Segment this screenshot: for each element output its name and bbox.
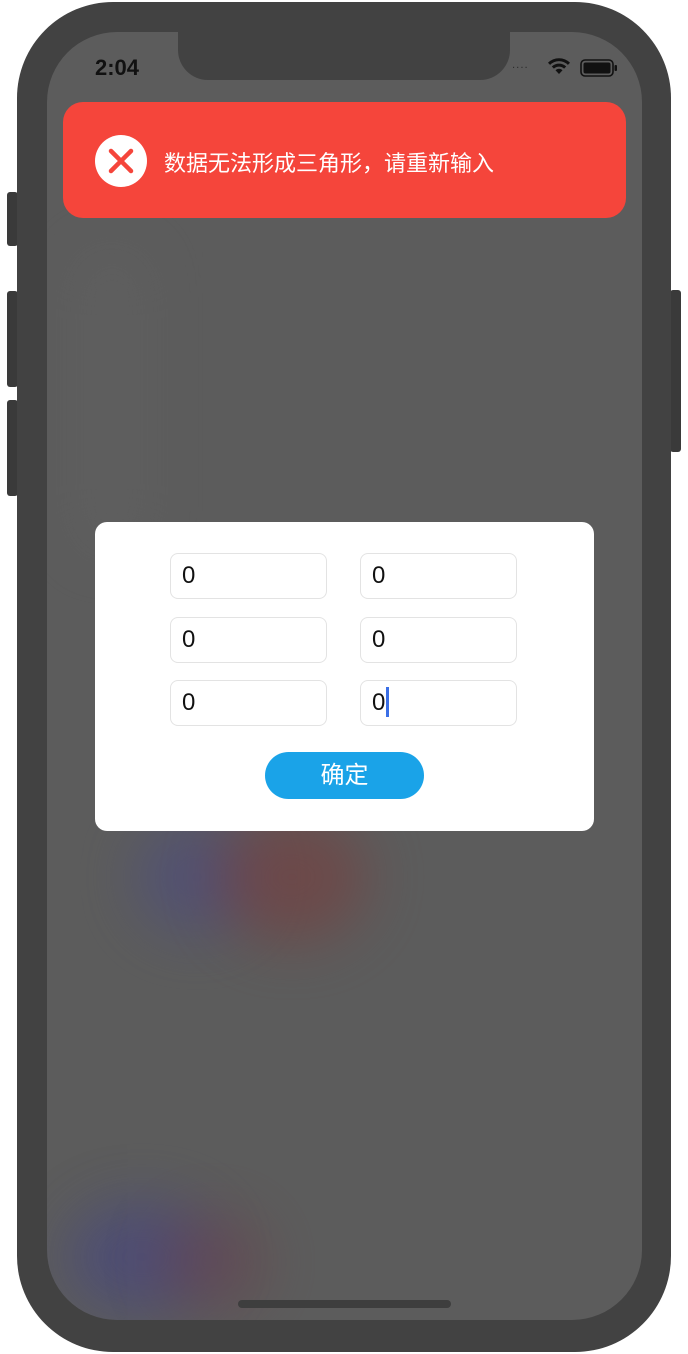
power-button [670,290,681,452]
error-toast: 数据无法形成三角形，请重新输入 [63,102,626,218]
blurred-background-shape [157,1212,267,1312]
value-input-5[interactable]: 0 [170,680,327,726]
input-value: 0 [372,626,386,653]
input-value: 0 [372,562,386,589]
value-input-4[interactable]: 0 [360,617,517,663]
value-input-3[interactable]: 0 [170,617,327,663]
home-indicator[interactable] [238,1300,451,1308]
input-value: 0 [372,689,386,716]
input-value: 0 [182,626,196,653]
wifi-icon [548,58,570,74]
value-input-6[interactable]: 0 [360,680,517,726]
toast-message: 数据无法形成三角形，请重新输入 [164,152,495,177]
signal-dots: .... [512,60,529,71]
side-length-dialog: 0 0 0 0 0 0 确定 [95,522,594,831]
battery-icon [580,59,617,77]
input-value: 0 [182,689,196,716]
status-time: 2:04 [95,55,140,80]
blurred-background-shape [77,252,147,552]
device-notch [178,32,510,80]
confirm-button[interactable]: 确定 [265,752,424,799]
value-input-2[interactable]: 0 [360,553,517,599]
text-cursor [386,686,390,717]
blurred-background-shape [217,812,367,942]
value-input-1[interactable]: 0 [170,553,327,599]
input-value: 0 [182,562,196,589]
close-circle-icon[interactable] [95,135,147,187]
